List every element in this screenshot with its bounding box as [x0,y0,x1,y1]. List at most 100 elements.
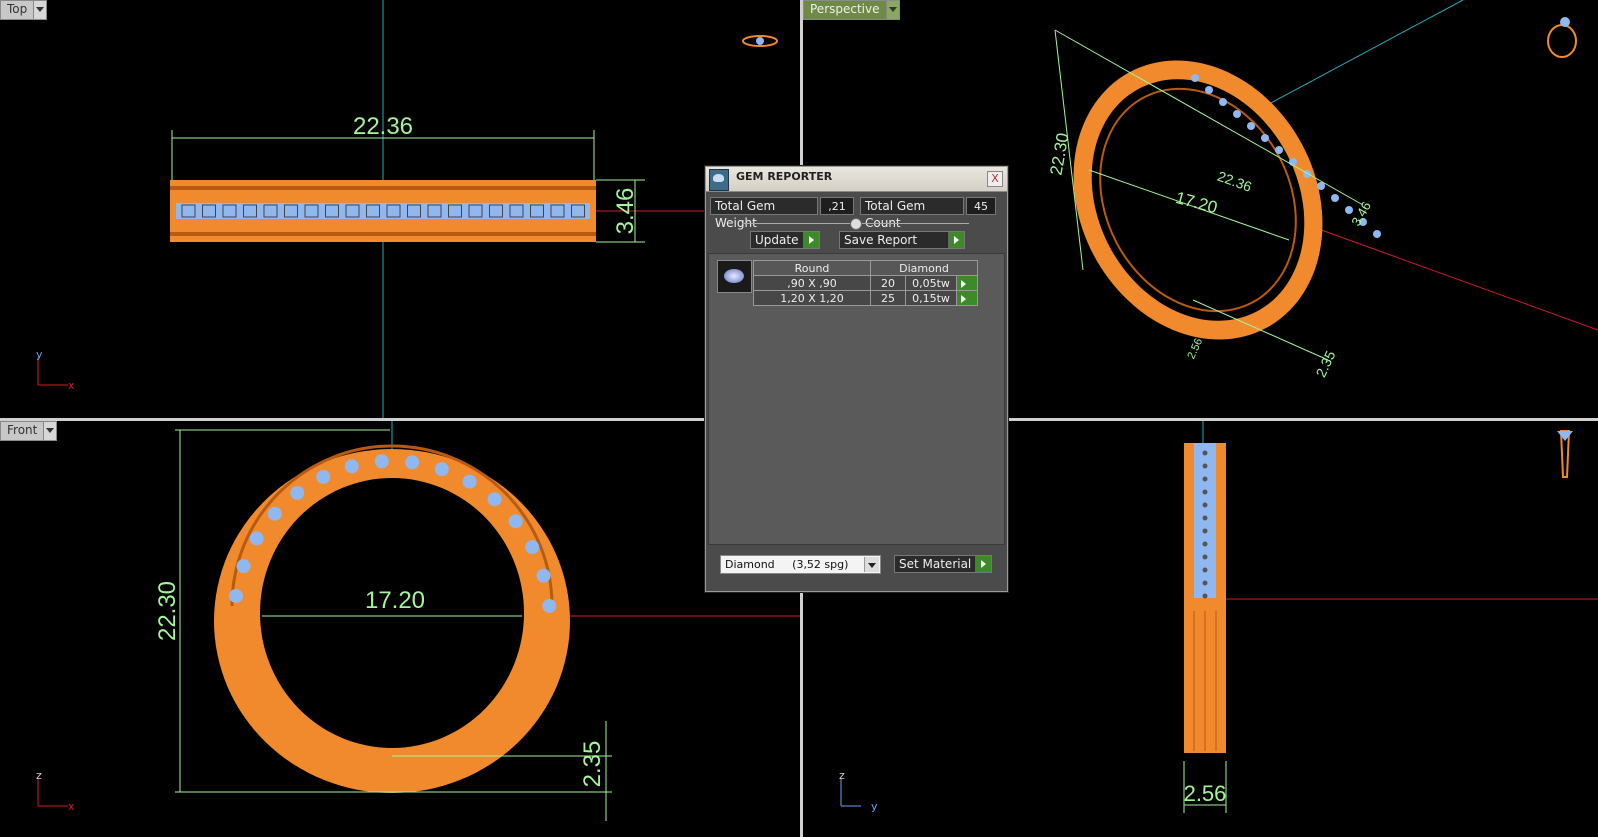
gem-weight: 0,15tw [905,290,957,306]
gem-setting [344,459,359,474]
gem-setting [525,540,540,555]
play-arrow-icon [948,232,964,248]
top-width-dimension: 22.36 [353,113,413,140]
total-gem-weight-label: Total Gem Weight [710,197,818,230]
front-view-canvas: 22.30 17.20 2.35 z x [36,421,800,821]
collapse-handle[interactable] [850,218,862,230]
save-report-button[interactable]: Save Report [839,231,965,249]
gem-setting [316,469,331,484]
select-row-arrow-icon[interactable] [956,275,978,291]
gem-list-area: Round Diamond ,90 X ,90 20 0,05tw 1,20 X… [708,253,1005,545]
total-gem-weight-value: ,21 [820,197,854,215]
ring-icon-perspective [1547,17,1577,58]
gem-setting [405,455,420,470]
gem-table: Round Diamond ,90 X ,90 20 0,05tw 1,20 X… [753,260,978,306]
update-button[interactable]: Update [750,231,820,249]
chevron-down-icon[interactable] [43,422,57,440]
gem-setting [462,474,477,489]
gem-setting [1191,74,1199,82]
gem-setting [1233,110,1241,118]
column-header-shape: Round [753,260,871,276]
axis-y-label: y [871,800,878,813]
gem-size: ,90 X ,90 [753,275,871,291]
table-row[interactable]: 1,20 X 1,20 25 0,15tw [753,290,978,306]
front-viewport-label[interactable]: Front [0,421,58,441]
persp-height-dimension: 22.30 [1047,131,1073,176]
front-viewport[interactable]: 22.30 17.20 2.35 z x Front [0,421,800,837]
ring-front [214,444,570,793]
gem-setting [1373,230,1381,238]
gem-setting [1205,86,1213,94]
gem-count: 25 [870,290,906,306]
gem-setting [1202,463,1208,469]
chevron-down-icon[interactable] [33,1,47,19]
select-row-arrow-icon[interactable] [956,290,978,306]
top-height-dimension: 3.46 [612,188,639,235]
persp-side-dimension: 3.46 [1348,199,1374,228]
gem-setting [1202,593,1208,599]
gem-setting [508,514,523,529]
top-viewport[interactable]: 22.36 3.46 y x Top [0,0,800,418]
gem-setting [1202,528,1208,534]
set-material-button[interactable]: Set Material [894,555,992,573]
ring-icon-top [742,35,778,47]
play-arrow-icon [975,556,991,572]
front-height-dimension: 22.30 [154,581,181,641]
top-view-canvas: 22.36 3.46 y x [36,0,800,418]
gem-setting [267,506,282,521]
axis-z-label: z [36,769,42,782]
gem-setting [1345,206,1353,214]
persp-bottom-dimension: 2.35 [1312,348,1338,380]
gem-setting [290,485,305,500]
gem-setting [1202,489,1208,495]
play-arrow-icon [803,232,819,248]
gem-setting [536,568,551,583]
gem-setting [374,454,389,469]
gem-size: 1,20 X 1,20 [753,290,871,306]
gem-setting [1261,134,1269,142]
gem-setting [487,492,502,507]
gem-setting [1202,580,1208,586]
gem-setting [542,598,557,613]
gem-reporter-panel: GEM REPORTER X Total Gem Weight ,21 Tota… [705,166,1008,592]
gem-setting [249,531,264,546]
gem-reporter-icon [709,169,729,191]
panel-title: GEM REPORTER [736,170,833,183]
axis-x-label: x [68,800,75,813]
chevron-down-icon[interactable] [864,557,879,572]
top-viewport-label[interactable]: Top [0,0,48,20]
gem-setting [236,559,251,574]
gem-setting [1275,146,1283,154]
gem-setting [1202,502,1208,508]
chevron-down-icon[interactable] [885,1,899,19]
ring-icon-side [1557,430,1573,478]
gem-setting [1202,515,1208,521]
persp-base-dimension: 2.56 [1185,336,1205,360]
close-icon[interactable]: X [987,171,1003,187]
side-width-dimension: 2.56 [1184,781,1227,806]
material-select[interactable]: Diamond (3,52 spg) [720,555,881,574]
perspective-viewport-label[interactable]: Perspective [803,0,900,20]
total-gem-count-value: 45 [966,197,996,215]
gem-setting [1202,450,1208,456]
gem-setting [1331,194,1339,202]
gem-setting [1202,541,1208,547]
front-inner-dimension: 17.20 [365,587,425,614]
front-bottom-dimension: 2.35 [579,741,606,788]
axis-z-label: z [839,769,845,782]
round-gem-thumbnail-icon[interactable] [717,260,752,293]
gem-setting [1247,122,1255,130]
gem-setting [1219,98,1227,106]
axis-x-label: x [68,379,75,392]
panel-title-bar[interactable]: GEM REPORTER X [706,167,1007,192]
column-header-material: Diamond [870,260,978,276]
total-gem-count-label: Total Gem Count [860,197,964,230]
gem-setting [434,462,449,477]
gem-count: 20 [870,275,906,291]
gem-weight: 0,05tw [905,275,957,291]
axis-y-label: y [36,348,43,361]
gem-setting [1202,476,1208,482]
gem-setting [1202,554,1208,560]
gem-setting [1202,567,1208,573]
table-row[interactable]: ,90 X ,90 20 0,05tw [753,275,978,291]
